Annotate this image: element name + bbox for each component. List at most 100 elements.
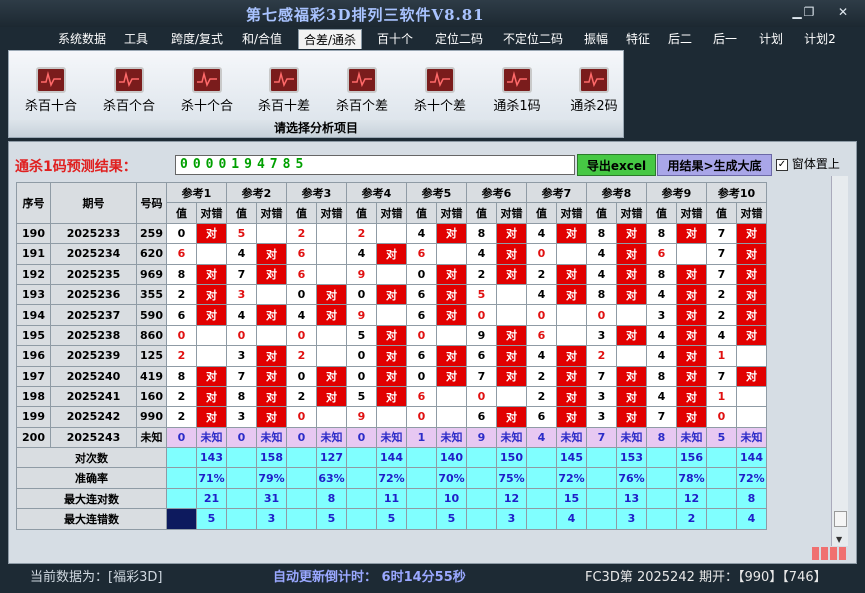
prediction-result-field[interactable]: 0000194785 (175, 155, 575, 175)
ref-result: 对 (736, 365, 767, 387)
ref-result: 对 (496, 243, 527, 265)
table-row[interactable]: 196 2025239 125 2 3 对 2 0 对 6 对 6 对 4 对 2 4 对 1 (16, 345, 767, 367)
result-subheader: 对错 (256, 202, 287, 224)
table-row[interactable]: 191 2025234 620 6 4 对 6 4 对 6 4 对 0 4 对 6 7 对 (16, 243, 767, 265)
stats-blank (286, 487, 317, 510)
ref-result: 对 (256, 406, 287, 428)
ribbon-button-label: 杀百个差 (335, 99, 388, 114)
value-subheader: 值 (706, 202, 737, 224)
scroll-down-icon[interactable]: ▼ (836, 535, 842, 544)
ref-value: 2 (286, 385, 317, 408)
ref-result: 对 (196, 365, 227, 387)
ref-value: 2 (706, 283, 737, 306)
menu-item[interactable]: 计划 (753, 29, 789, 49)
ref-result: 对 (196, 385, 227, 408)
ref-result (316, 263, 347, 285)
menu-item[interactable]: 特征 (620, 29, 656, 49)
stats-value: 140 (436, 447, 467, 469)
menu-item[interactable]: 后一 (707, 29, 743, 49)
row-period: 2025239 (50, 345, 137, 367)
ribbon-button[interactable]: 杀百十合 (16, 65, 86, 125)
table-row[interactable]: 192 2025235 969 8 对 7 对 6 9 0 对 2 对 2 对 4 对 8 对 7 对 (16, 263, 767, 285)
export-excel-button[interactable]: 导出excel (577, 154, 656, 176)
stats-blank (646, 447, 677, 469)
ref-result: 对 (616, 385, 647, 408)
stats-blank (526, 508, 557, 530)
stats-value: 78% (676, 467, 707, 489)
row-period: 2025235 (50, 263, 137, 285)
menu-item[interactable]: 定位二码 (428, 29, 490, 49)
table-row[interactable]: 197 2025240 419 8 对 7 对 0 对 0 对 0 对 7 对 2 对 7 对 8 对 7 对 (16, 365, 767, 387)
ribbon-button[interactable]: 杀百个差 (327, 65, 397, 125)
pending-row[interactable]: 200 2025243 未知 0 未知 0 未知 0 未知 0 未知 1 未知 9 未知 4 未知 7 未知 8 未知 5… (16, 426, 767, 449)
generate-base-button[interactable]: 用结果>生成大底 (657, 154, 772, 176)
topmost-checkbox[interactable]: ✓ (776, 158, 788, 171)
ribbon-button[interactable]: 杀十个差 (405, 65, 475, 125)
stats-blank (706, 487, 737, 510)
table-row[interactable]: 193 2025236 355 2 对 3 0 对 0 对 6 对 5 4 对 8 对 4 对 2 对 (16, 283, 767, 306)
ribbon-button[interactable]: 杀十个合 (172, 65, 242, 125)
ref-value: 4 (706, 324, 737, 347)
chart-icon (36, 67, 66, 93)
ref-value: 0 (286, 283, 317, 306)
ref-result: 对 (496, 222, 527, 245)
stats-value: 4 (556, 508, 587, 530)
menu-item[interactable]: 系统数据 (52, 29, 112, 49)
menu-item[interactable]: 和/合值 (236, 29, 288, 49)
topmost-toggle[interactable]: ✓ 窗体置上 (776, 155, 840, 172)
row-num: 590 (136, 304, 167, 326)
ref-result (556, 324, 587, 347)
vertical-scrollbar[interactable]: ▼ (831, 176, 848, 546)
ref-result (196, 243, 227, 265)
ref-result: 对 (736, 304, 767, 326)
menu-item[interactable]: 合差/通杀 (298, 29, 362, 49)
menu-item[interactable]: 不定位二码 (497, 29, 569, 49)
stats-value: 11 (376, 487, 407, 510)
table-row[interactable]: 195 2025238 860 0 0 0 5 对 0 9 对 6 3 对 4 对 4 对 (16, 324, 767, 347)
ref-value: 0 (406, 365, 437, 387)
pending-period: 2025243 (50, 426, 137, 449)
ref-value: 6 (466, 345, 497, 367)
row-period: 2025237 (50, 304, 137, 326)
stats-label: 对次数 (16, 447, 167, 469)
table-row[interactable]: 194 2025237 590 6 对 4 对 4 对 9 6 对 0 0 0 3 对 2 对 (16, 304, 767, 326)
ref-result: 对 (676, 324, 707, 347)
ref-header: 参考8 (586, 181, 647, 204)
progress-indicator (812, 547, 848, 561)
ribbon-button[interactable]: 杀百十差 (249, 65, 319, 125)
menu-item[interactable]: 跨度/复式 (163, 29, 231, 49)
ref-result: 对 (616, 243, 647, 265)
ref-value: 0 (586, 304, 617, 326)
table-row[interactable]: 199 2025242 990 2 对 3 对 0 9 0 6 对 6 对 3 对 7 对 0 (16, 406, 767, 428)
close-icon[interactable]: ✕ (832, 5, 854, 19)
ref-value: 7 (466, 365, 497, 387)
chart-icon (269, 67, 299, 93)
ref-header: 参考4 (346, 181, 407, 204)
ref-result: 对 (436, 304, 467, 326)
stats-value: 2 (676, 508, 707, 530)
ref-value: 2 (286, 345, 317, 367)
table-row[interactable]: 190 2025233 259 0 对 5 2 2 4 对 8 对 4 对 8 对 8 对 7 对 (16, 222, 767, 245)
menu-item[interactable]: 振幅 (578, 29, 614, 49)
menu-item[interactable]: 工具 (118, 29, 154, 49)
menu-item[interactable]: 百十个 (372, 29, 418, 49)
menu-item[interactable]: 计划2 (797, 29, 843, 49)
ref-result: 对 (736, 324, 767, 347)
pending-value: 5 (706, 426, 737, 449)
ref-result: 对 (196, 263, 227, 285)
restore-icon[interactable]: ❐ (798, 5, 820, 19)
stats-value: 145 (556, 447, 587, 469)
latest-draw-status: FC3D第 2025242 期开：【990】【746】 (585, 570, 827, 585)
ref-value: 0 (286, 324, 317, 347)
ref-result: 对 (616, 324, 647, 347)
prediction-label: 通杀1码预测结果： (15, 159, 137, 175)
ribbon-button[interactable]: 通杀2码 (559, 65, 629, 125)
ref-result (376, 263, 407, 285)
ribbon-button[interactable]: 杀百个合 (94, 65, 164, 125)
status-bar: 当前数据为：[福彩3D] 自动更新倒计时： 6时14分55秒 FC3D第 202… (0, 566, 865, 593)
table-row[interactable]: 198 2025241 160 2 对 8 对 2 对 5 对 6 0 2 对 3 对 4 对 1 (16, 385, 767, 408)
scroll-thumb[interactable] (834, 511, 847, 527)
ribbon-button[interactable]: 通杀1码 (482, 65, 552, 125)
menu-item[interactable]: 后二 (662, 29, 698, 49)
ref-result (316, 324, 347, 347)
